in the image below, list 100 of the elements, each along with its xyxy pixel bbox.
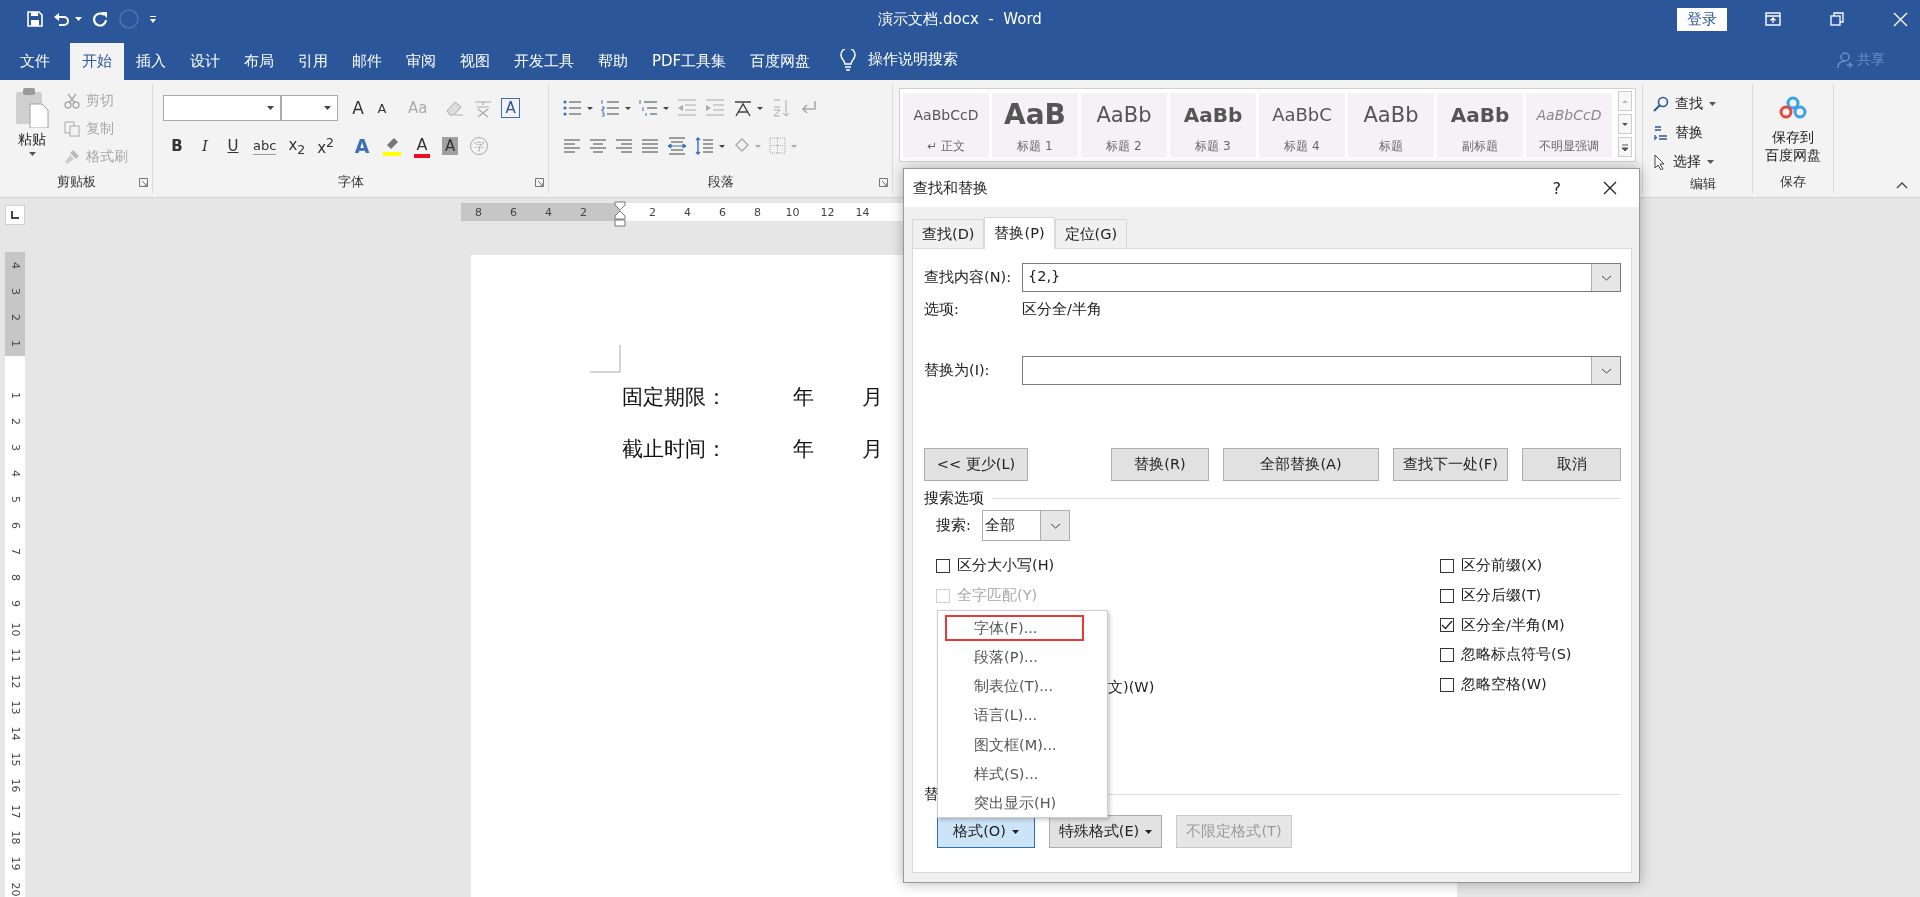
checkbox[interactable] <box>1440 558 1454 573</box>
format-button[interactable]: x$^{2}$ <box>317 135 335 157</box>
menu-item[interactable]: 制表位(T)... <box>945 673 1084 700</box>
text-direction-icon[interactable] <box>733 99 763 117</box>
text-effect-button[interactable]: A <box>354 135 371 157</box>
dialog-launcher-icon[interactable] <box>139 178 148 187</box>
tab-stop-selector[interactable] <box>5 205 25 225</box>
tell-me-search[interactable]: 操作说明搜索 <box>868 50 959 69</box>
dialog-button[interactable]: 取消 <box>1522 448 1621 481</box>
bullets-icon[interactable] <box>563 99 593 117</box>
dialog-button[interactable]: << 更少(L) <box>924 448 1028 481</box>
style-option[interactable]: AaBb 副标题 <box>1437 93 1523 157</box>
menu-item[interactable]: 突出显示(H) <box>945 790 1084 817</box>
checkbox[interactable] <box>1440 647 1454 662</box>
ribbon-tab[interactable]: 邮件 <box>340 43 394 80</box>
lightbulb-icon[interactable] <box>840 49 857 71</box>
dialog-tab[interactable]: 替换(P) <box>984 217 1055 249</box>
font-name-field[interactable] <box>163 95 281 121</box>
dialog-tab[interactable]: 查找(D) <box>912 219 985 248</box>
checkbox[interactable] <box>1440 618 1454 633</box>
align-center-icon[interactable] <box>589 139 607 153</box>
cloud-icon[interactable] <box>1779 96 1807 120</box>
menu-item[interactable]: 样式(S)... <box>945 761 1084 788</box>
ribbon-tab[interactable]: 文件 <box>0 43 62 80</box>
format-button[interactable]: x$_{2}$ <box>288 135 306 157</box>
character-shading-button[interactable]: A <box>442 137 459 155</box>
ribbon-display-icon[interactable] <box>1765 12 1781 26</box>
ribbon-tab[interactable]: 设计 <box>178 43 232 80</box>
checkbox[interactable] <box>1440 588 1454 603</box>
customize-icon[interactable] <box>149 15 157 23</box>
style-option[interactable]: AaBbCcD 不明显强调 <box>1526 93 1612 157</box>
checkbox-option[interactable]: 区分大小写(H) <box>936 551 1440 581</box>
ribbon-tab[interactable]: 视图 <box>448 43 502 80</box>
checkbox-option[interactable]: 区分全/半角(M) <box>1440 610 1572 641</box>
style-option[interactable]: AaBb 标题 3 <box>1170 93 1256 157</box>
caret-icon[interactable] <box>28 152 36 156</box>
dialog-launcher-icon[interactable] <box>535 178 544 187</box>
dialog-launcher-icon[interactable] <box>879 178 888 187</box>
format-button[interactable]: abc <box>253 137 277 155</box>
chevron-up-icon[interactable] <box>1896 182 1908 189</box>
chevron-down-icon[interactable] <box>1049 522 1061 529</box>
menu-item[interactable]: 语言(L)... <box>945 702 1084 729</box>
paste-label[interactable]: 粘贴 <box>18 131 46 149</box>
font-color-button[interactable]: A <box>414 134 431 158</box>
save-icon[interactable] <box>27 11 43 27</box>
style-option[interactable]: AaBbC 标题 4 <box>1259 93 1345 157</box>
dialog-tab[interactable]: 定位(G) <box>1054 219 1128 248</box>
format-button[interactable]: B <box>169 137 185 155</box>
dialog-button[interactable]: 全部替换(A) <box>1223 448 1379 481</box>
checkbox-option[interactable]: 区分前缀(X) <box>1440 551 1572 581</box>
replace-icon[interactable] <box>1653 125 1669 141</box>
checkbox[interactable] <box>1440 677 1454 692</box>
format-button[interactable]: U <box>225 137 241 155</box>
clipboard-icon[interactable] <box>14 86 50 128</box>
ribbon-tab[interactable]: 开发工具 <box>502 43 586 80</box>
redo-icon[interactable] <box>92 10 109 28</box>
search-icon[interactable] <box>1653 96 1669 112</box>
search-direction-select[interactable]: 全部 <box>982 510 1070 541</box>
caret-icon[interactable] <box>1707 160 1714 164</box>
scroll-down-icon[interactable] <box>1618 114 1632 134</box>
help-button[interactable]: ? <box>1552 178 1561 198</box>
ribbon-tab[interactable]: 插入 <box>124 43 178 80</box>
ribbon-tab[interactable]: 布局 <box>232 43 286 80</box>
menu-item[interactable]: 图文框(M)... <box>945 732 1084 759</box>
caret-icon[interactable] <box>324 106 331 110</box>
more-styles-icon[interactable] <box>1618 137 1632 157</box>
caret-icon[interactable] <box>1709 102 1716 106</box>
style-option[interactable]: AaB 标题 1 <box>992 93 1078 157</box>
ribbon-tab[interactable]: 引用 <box>286 43 340 80</box>
style-option[interactable]: AaBbCcD ↵ 正文 <box>903 93 989 157</box>
font-size-field[interactable] <box>281 95 338 121</box>
select-button[interactable]: 选择 <box>1673 153 1701 171</box>
numbering-icon[interactable] <box>601 99 631 117</box>
format-button[interactable]: I <box>197 137 213 155</box>
ribbon-tab[interactable]: PDF工具集 <box>640 43 739 80</box>
justify-icon[interactable] <box>641 139 659 153</box>
undo-icon[interactable] <box>53 11 71 27</box>
highlighter-icon[interactable] <box>382 136 403 156</box>
menu-item[interactable]: 字体(F)... <box>945 615 1084 641</box>
character-border-button[interactable]: A <box>501 98 520 118</box>
style-option[interactable]: AaBb 标题 <box>1348 93 1434 157</box>
replace-field[interactable] <box>1022 356 1621 385</box>
chevron-down-icon[interactable] <box>1600 367 1612 374</box>
dialog-button[interactable]: 查找下一处(F) <box>1393 448 1508 481</box>
format-dropdown-button[interactable]: 特殊格式(E) <box>1049 815 1162 849</box>
checkbox-option[interactable]: 忽略标点符号(S) <box>1440 640 1572 670</box>
multilevel-list-icon[interactable] <box>639 99 669 117</box>
sign-in-button[interactable]: 登录 <box>1677 7 1727 31</box>
find-button[interactable]: 查找 <box>1675 95 1703 113</box>
ribbon-tab[interactable]: 开始 <box>70 43 124 80</box>
save-to-cloud-label[interactable]: 百度网盘 <box>1765 146 1821 164</box>
caret-icon[interactable] <box>267 106 274 110</box>
close-icon[interactable] <box>1603 181 1617 195</box>
ribbon-tab[interactable]: 百度网盘 <box>738 43 823 80</box>
ribbon-tab[interactable]: 帮助 <box>586 43 640 80</box>
restore-icon[interactable] <box>1830 12 1844 26</box>
grow-font-button[interactable]: A <box>350 98 366 118</box>
menu-item[interactable]: 段落(P)... <box>945 644 1084 671</box>
caret-icon[interactable] <box>75 17 82 21</box>
align-left-icon[interactable] <box>563 139 581 153</box>
